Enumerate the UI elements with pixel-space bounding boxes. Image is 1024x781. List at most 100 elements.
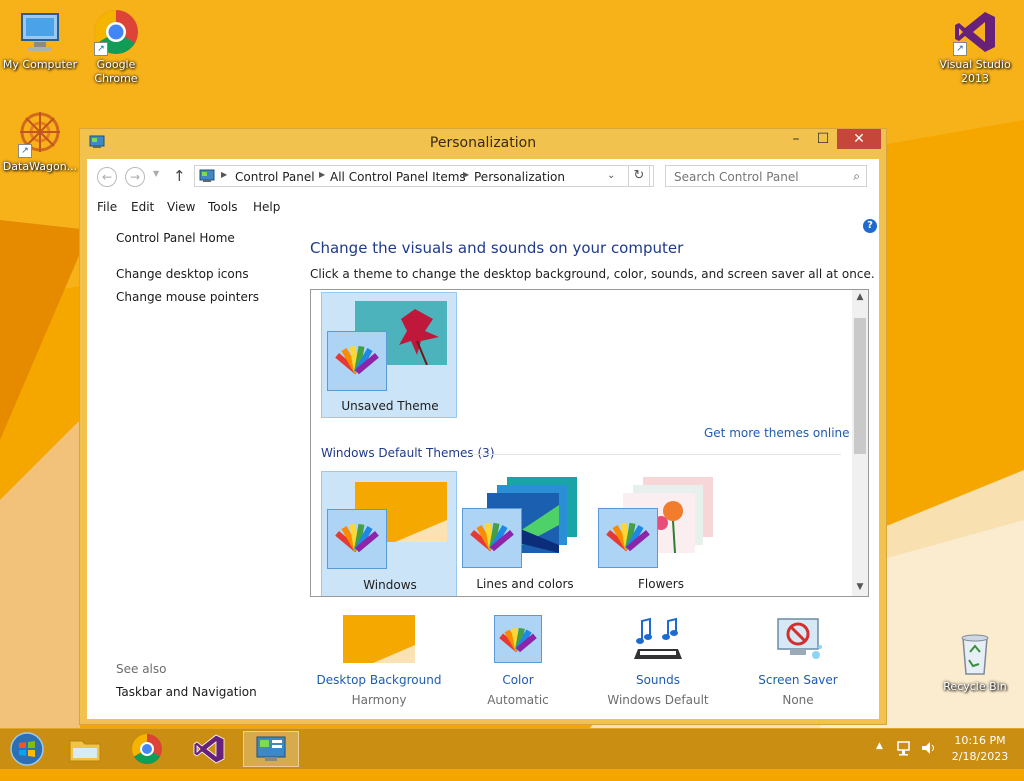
shortcut-arrow-icon: ↗ <box>18 144 32 158</box>
sidebar-link-taskbar-navigation[interactable]: Taskbar and Navigation <box>116 685 257 699</box>
menu-bar: File Edit View Tools Help <box>87 197 879 217</box>
start-button[interactable] <box>4 731 50 767</box>
control-panel-icon <box>256 736 286 761</box>
see-also-heading: See also <box>116 662 167 676</box>
theme-list-scrollbar[interactable]: ▲ ▼ <box>852 290 868 596</box>
breadcrumb-control-panel[interactable]: Control Panel <box>235 170 315 184</box>
breadcrumb-all-items[interactable]: All Control Panel Items <box>330 170 466 184</box>
address-bar[interactable]: ▶ Control Panel ▶ All Control Panel Item… <box>194 165 654 187</box>
menu-view[interactable]: View <box>167 200 195 214</box>
taskbar-file-explorer[interactable] <box>62 731 108 767</box>
show-hidden-icons-button[interactable]: ▲ <box>876 741 883 781</box>
breadcrumb-personalization[interactable]: Personalization <box>474 170 565 184</box>
group-divider <box>471 454 841 455</box>
maximize-button[interactable]: ☐ <box>810 129 836 149</box>
desktop-icon-recycle-bin[interactable]: Recycle Bin <box>935 630 1015 694</box>
network-icon[interactable] <box>896 739 914 779</box>
theme-tile-lines-and-colors[interactable]: Lines and colors <box>457 471 593 596</box>
sidebar-link-control-panel-home[interactable]: Control Panel Home <box>116 231 235 245</box>
desktop-icon-google-chrome[interactable]: ↗ Google Chrome <box>76 8 156 86</box>
desktop-icon-my-computer[interactable]: My Computer <box>0 8 80 72</box>
up-button[interactable]: ↑ <box>173 167 186 185</box>
chrome-icon <box>131 734 162 765</box>
back-button[interactable]: ← <box>97 167 117 187</box>
help-icon[interactable]: ? <box>863 219 877 233</box>
breadcrumb-separator-icon: ▶ <box>319 170 326 179</box>
page-title: Change the visuals and sounds on your co… <box>310 239 684 257</box>
search-input[interactable] <box>672 169 846 185</box>
screen-saver-setting[interactable]: Screen Saver None <box>728 615 868 707</box>
personalization-window: Personalization – ☐ ✕ ← → ▼ ↑ ▶ Control … <box>79 128 887 725</box>
desktop-icon-label: DataWagon... <box>2 160 78 173</box>
desktop-background-link[interactable]: Desktop Background <box>309 673 449 687</box>
desktop-icon-label: Google Chrome <box>94 58 138 85</box>
screen-saver-link[interactable]: Screen Saver <box>728 673 868 687</box>
breadcrumb-separator-icon: ▶ <box>221 170 228 179</box>
control-panel-icon <box>199 169 215 186</box>
sounds-icon <box>634 617 682 659</box>
desktop-icon-visual-studio[interactable]: ↗ Visual Studio 2013 <box>935 8 1015 86</box>
color-link[interactable]: Color <box>448 673 588 687</box>
menu-help[interactable]: Help <box>253 200 280 214</box>
back-arrow-icon: ← <box>101 170 113 184</box>
visual-studio-icon <box>193 734 225 764</box>
sounds-link[interactable]: Sounds <box>588 673 728 687</box>
forward-arrow-icon: → <box>129 170 141 184</box>
address-dropdown-icon[interactable]: ⌄ <box>607 170 615 181</box>
taskbar-visual-studio[interactable] <box>186 731 232 767</box>
sounds-setting[interactable]: Sounds Windows Default <box>588 615 728 707</box>
menu-tools[interactable]: Tools <box>208 200 238 214</box>
window-content: ← → ▼ ↑ ▶ Control Panel ▶ All Control Pa… <box>87 159 879 719</box>
theme-tile-windows[interactable]: Windows <box>321 471 457 596</box>
shortcut-arrow-icon: ↗ <box>953 42 967 56</box>
theme-tile-unsaved[interactable]: Unsaved Theme <box>321 292 457 418</box>
color-fan-icon <box>462 508 522 568</box>
theme-list: Unsaved Theme Get more themes online Win… <box>310 289 869 597</box>
search-box[interactable]: ⌕ <box>665 165 867 187</box>
scroll-up-icon[interactable]: ▲ <box>852 292 868 302</box>
recent-pages-dropdown[interactable]: ▼ <box>153 169 159 178</box>
recycle-bin-icon <box>951 630 999 678</box>
color-fan-icon <box>327 509 387 569</box>
search-icon[interactable]: ⌕ <box>853 169 860 184</box>
desktop-background-setting[interactable]: Desktop Background Harmony <box>309 615 449 707</box>
title-bar[interactable]: Personalization – ☐ ✕ <box>80 129 886 157</box>
get-more-themes-link[interactable]: Get more themes online <box>704 426 850 440</box>
desktop-background-icon <box>343 615 415 663</box>
menu-edit[interactable]: Edit <box>131 200 154 214</box>
menu-file[interactable]: File <box>97 200 117 214</box>
volume-icon[interactable] <box>920 739 938 779</box>
forward-button[interactable]: → <box>125 167 145 187</box>
color-setting[interactable]: Color Automatic <box>448 615 588 707</box>
page-description: Click a theme to change the desktop back… <box>310 267 875 281</box>
folder-icon <box>69 740 101 762</box>
color-icon <box>494 615 542 663</box>
color-fan-icon <box>327 331 387 391</box>
theme-group-label: Windows Default Themes (3) <box>321 446 495 460</box>
close-button[interactable]: ✕ <box>837 129 881 149</box>
computer-icon <box>16 8 64 56</box>
clock-time: 10:16 PM <box>954 734 1006 747</box>
sidebar-link-desktop-icons[interactable]: Change desktop icons <box>116 267 249 281</box>
theme-label: Unsaved Theme <box>341 399 439 413</box>
scroll-down-icon[interactable]: ▼ <box>852 582 868 592</box>
minimize-button[interactable]: – <box>783 129 809 149</box>
color-value: Automatic <box>487 693 549 707</box>
clock[interactable]: 10:16 PM 2/18/2023 <box>948 733 1012 773</box>
shortcut-arrow-icon: ↗ <box>94 42 108 56</box>
theme-tile-flowers[interactable]: Flowers <box>593 471 729 596</box>
sidebar-link-mouse-pointers[interactable]: Change mouse pointers <box>116 290 259 304</box>
theme-label: Flowers <box>638 577 684 591</box>
navigation-bar: ← → ▼ ↑ ▶ Control Panel ▶ All Control Pa… <box>87 159 879 195</box>
chrome-icon: ↗ <box>92 8 140 56</box>
taskbar-chrome[interactable] <box>124 731 170 767</box>
windows-start-icon <box>10 732 44 766</box>
desktop-icon-label: Visual Studio 2013 <box>939 58 1011 85</box>
clock-date: 2/18/2023 <box>951 750 1009 763</box>
theme-label: Windows <box>363 578 417 592</box>
scroll-thumb[interactable] <box>854 318 866 454</box>
refresh-button[interactable]: ↻ <box>628 165 650 187</box>
desktop-icon-datawagon[interactable]: ↗ DataWagon... <box>0 110 80 174</box>
screen-saver-icon <box>777 618 822 659</box>
taskbar-control-panel[interactable] <box>243 731 299 767</box>
